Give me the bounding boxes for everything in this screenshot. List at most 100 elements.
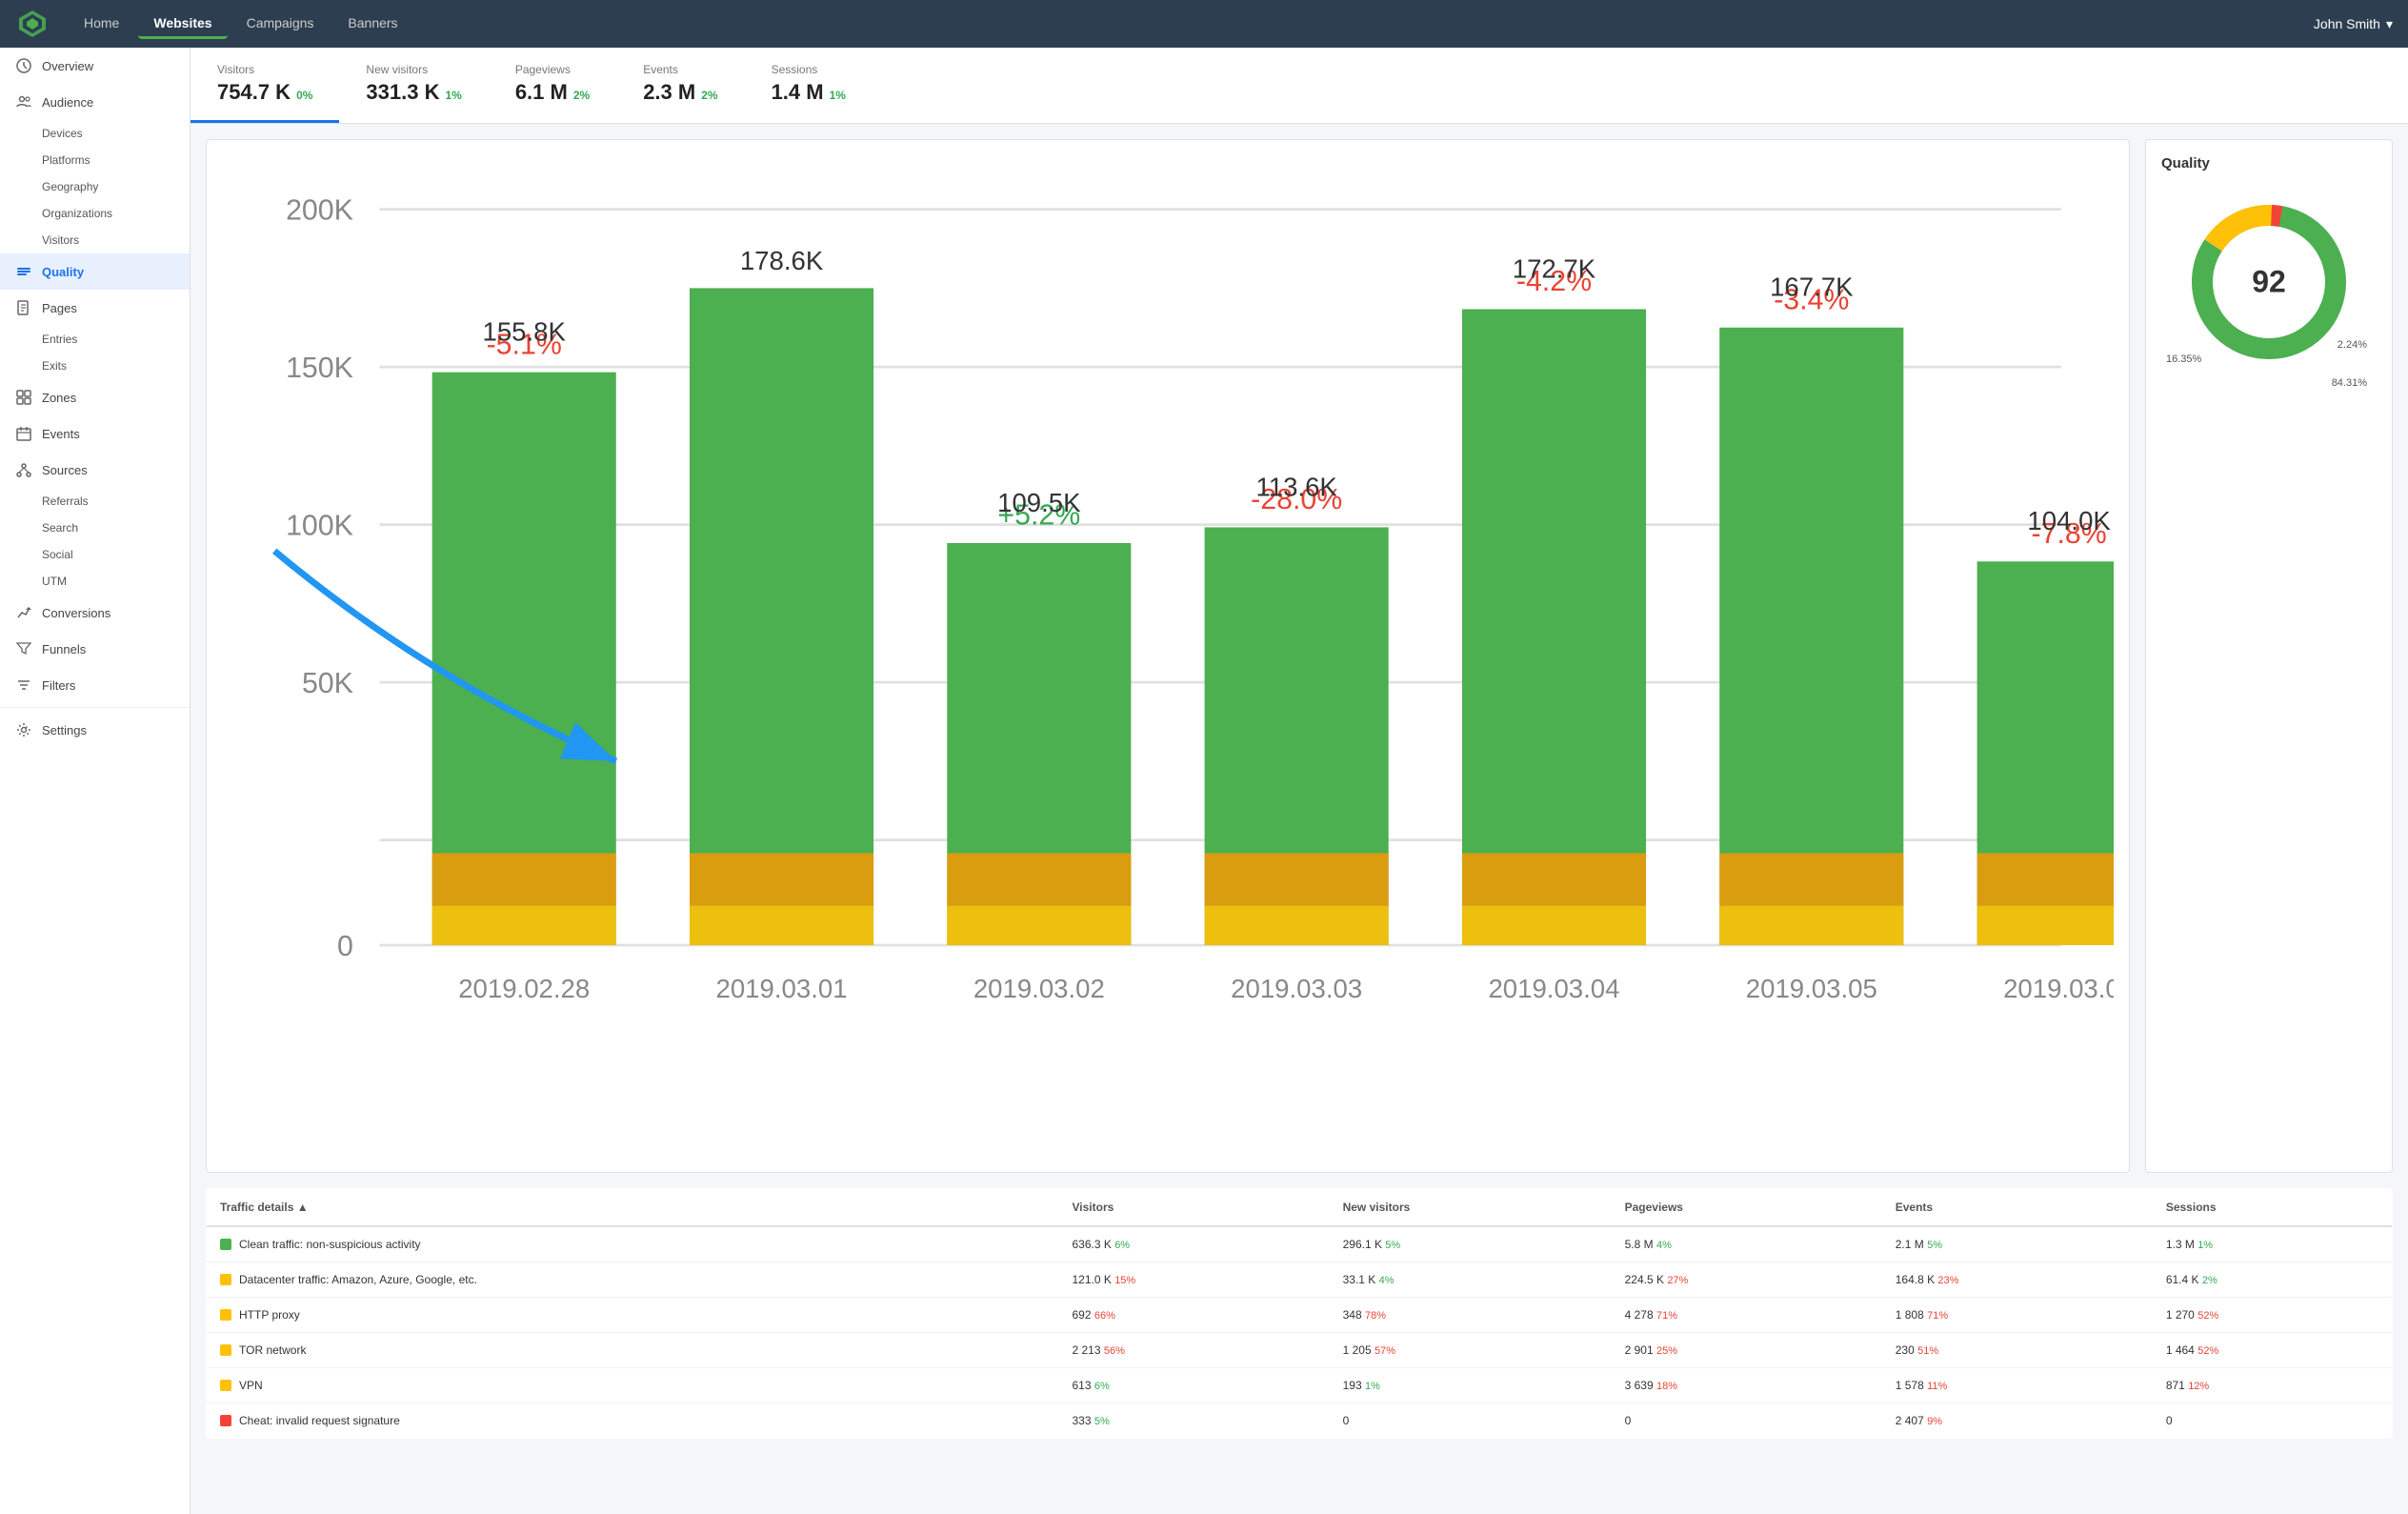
traffic-label: TOR network <box>207 1333 1059 1368</box>
metric-events[interactable]: Events 2.3 M 2% <box>616 48 744 123</box>
table-row: Cheat: invalid request signature 333 5% … <box>207 1403 2393 1439</box>
user-menu[interactable]: John Smith ▾ <box>2314 16 2393 32</box>
cell-new-visitors: 0 <box>1330 1403 1612 1439</box>
overview-icon <box>15 57 32 74</box>
nav-campaigns[interactable]: Campaigns <box>231 10 330 39</box>
sidebar-divider <box>0 707 190 708</box>
sidebar-item-devices[interactable]: Devices <box>0 120 190 147</box>
col-header-traffic[interactable]: Traffic details ▲ <box>207 1189 1059 1227</box>
sidebar-item-sources[interactable]: Sources <box>0 452 190 488</box>
svg-text:2019.03.05: 2019.03.05 <box>1746 974 1877 1003</box>
cell-sessions: 61.4 K 2% <box>2153 1262 2393 1298</box>
svg-text:2019.03.01: 2019.03.01 <box>716 974 848 1003</box>
cell-new-visitors: 33.1 K 4% <box>1330 1262 1612 1298</box>
cell-new-visitors: 193 1% <box>1330 1368 1612 1403</box>
metric-pageviews[interactable]: Pageviews 6.1 M 2% <box>489 48 616 123</box>
metric-new-visitors-change: 1% <box>445 89 461 102</box>
table-row: HTTP proxy 692 66% 348 78% 4 278 71% 1 8… <box>207 1298 2393 1333</box>
quality-panel-title: Quality <box>2161 155 2377 172</box>
traffic-name: HTTP proxy <box>239 1308 300 1322</box>
svg-text:2019.02.28: 2019.02.28 <box>458 974 590 1003</box>
svg-text:2019.03.04: 2019.03.04 <box>1488 974 1619 1003</box>
bar-2019-03-05[interactable] <box>1719 328 1903 945</box>
cell-events: 230 51% <box>1882 1333 2153 1368</box>
sidebar-item-filters[interactable]: Filters <box>0 667 190 703</box>
cell-pageviews: 224.5 K 27% <box>1612 1262 1882 1298</box>
sidebar-item-settings[interactable]: Settings <box>0 712 190 748</box>
sidebar-item-overview[interactable]: Overview <box>0 48 190 84</box>
metric-sessions-label: Sessions <box>772 63 846 76</box>
content-area: 200K 150K 100K 50K 0 -5.1% 155.8K <box>191 124 2408 1188</box>
user-name: John Smith <box>2314 16 2380 31</box>
app-logo <box>15 7 50 41</box>
traffic-name: Clean traffic: non-suspicious activity <box>239 1238 421 1251</box>
sidebar-item-organizations[interactable]: Organizations <box>0 200 190 227</box>
cell-visitors: 121.0 K 15% <box>1058 1262 1329 1298</box>
metric-pageviews-change: 2% <box>573 89 590 102</box>
sidebar-item-zones[interactable]: Zones <box>0 379 190 415</box>
col-header-visitors: Visitors <box>1058 1189 1329 1227</box>
svg-text:200K: 200K <box>286 195 353 227</box>
traffic-label: Datacenter traffic: Amazon, Azure, Googl… <box>207 1262 1059 1298</box>
sidebar-item-conversions[interactable]: Conversions <box>0 595 190 631</box>
sidebar-item-visitors[interactable]: Visitors <box>0 227 190 253</box>
traffic-name: Cheat: invalid request signature <box>239 1414 400 1427</box>
sidebar-item-geography[interactable]: Geography <box>0 173 190 200</box>
sidebar-item-exits[interactable]: Exits <box>0 353 190 379</box>
traffic-color-dot <box>220 1344 231 1356</box>
cell-new-visitors: 348 78% <box>1330 1298 1612 1333</box>
donut-labels: 2.24% 16.35% 84.31% <box>2161 339 2377 387</box>
cell-events: 1 808 71% <box>1882 1298 2153 1333</box>
traffic-name: TOR network <box>239 1343 306 1357</box>
sidebar-item-social[interactable]: Social <box>0 541 190 568</box>
svg-text:50K: 50K <box>302 668 353 699</box>
svg-text:172.7K: 172.7K <box>1513 253 1596 283</box>
sidebar-item-audience[interactable]: Audience <box>0 84 190 120</box>
sidebar-item-search[interactable]: Search <box>0 515 190 541</box>
cell-sessions: 1.3 M 1% <box>2153 1226 2393 1262</box>
svg-text:2019.03.03: 2019.03.03 <box>1231 974 1362 1003</box>
metric-new-visitors-label: New visitors <box>366 63 461 76</box>
table-row: TOR network 2 213 56% 1 205 57% 2 901 25… <box>207 1333 2393 1368</box>
sidebar-item-pages[interactable]: Pages <box>0 290 190 326</box>
sidebar-label-funnels: Funnels <box>42 642 86 656</box>
pages-icon <box>15 299 32 316</box>
top-navigation: Home Websites Campaigns Banners John Smi… <box>0 0 2408 48</box>
donut-label-green: 84.31% <box>2332 377 2367 389</box>
traffic-label: Clean traffic: non-suspicious activity <box>207 1226 1059 1262</box>
nav-banners[interactable]: Banners <box>332 10 412 39</box>
traffic-label: VPN <box>207 1368 1059 1403</box>
sidebar-item-platforms[interactable]: Platforms <box>0 147 190 173</box>
svg-text:109.5K: 109.5K <box>997 488 1081 517</box>
nav-home[interactable]: Home <box>69 10 134 39</box>
sidebar-item-entries[interactable]: Entries <box>0 326 190 353</box>
sidebar-label-filters: Filters <box>42 678 75 693</box>
col-header-new-visitors: New visitors <box>1330 1189 1612 1227</box>
metric-sessions-value: 1.4 M 1% <box>772 80 846 105</box>
cell-visitors: 692 66% <box>1058 1298 1329 1333</box>
metric-visitors[interactable]: Visitors 754.7 K 0% <box>191 48 339 123</box>
donut-label-yellow: 16.35% <box>2166 353 2201 365</box>
table-section: Traffic details ▲ Visitors New visitors … <box>191 1188 2408 1454</box>
sidebar-label-conversions: Conversions <box>42 606 110 620</box>
bar-2019-03-01[interactable] <box>690 288 873 945</box>
metric-visitors-change: 0% <box>296 89 312 102</box>
traffic-color-dot <box>220 1380 231 1391</box>
sidebar-item-referrals[interactable]: Referrals <box>0 488 190 515</box>
cell-pageviews: 5.8 M 4% <box>1612 1226 1882 1262</box>
sidebar-item-utm[interactable]: UTM <box>0 568 190 595</box>
cell-sessions: 0 <box>2153 1403 2393 1439</box>
chevron-down-icon: ▾ <box>2386 16 2393 32</box>
col-header-sessions: Sessions <box>2153 1189 2393 1227</box>
sidebar-label-sources: Sources <box>42 463 88 477</box>
traffic-color-dot <box>220 1309 231 1321</box>
metric-new-visitors[interactable]: New visitors 331.3 K 1% <box>339 48 488 123</box>
cell-events: 164.8 K 23% <box>1882 1262 2153 1298</box>
sidebar-item-funnels[interactable]: Funnels <box>0 631 190 667</box>
sidebar-item-events[interactable]: Events <box>0 415 190 452</box>
nav-websites[interactable]: Websites <box>138 10 227 39</box>
metric-sessions[interactable]: Sessions 1.4 M 1% <box>745 48 873 123</box>
sidebar-item-quality[interactable]: Quality <box>0 253 190 290</box>
table-row: VPN 613 6% 193 1% 3 639 18% 1 578 11% 87… <box>207 1368 2393 1403</box>
bar-2019-03-04[interactable] <box>1462 309 1646 945</box>
